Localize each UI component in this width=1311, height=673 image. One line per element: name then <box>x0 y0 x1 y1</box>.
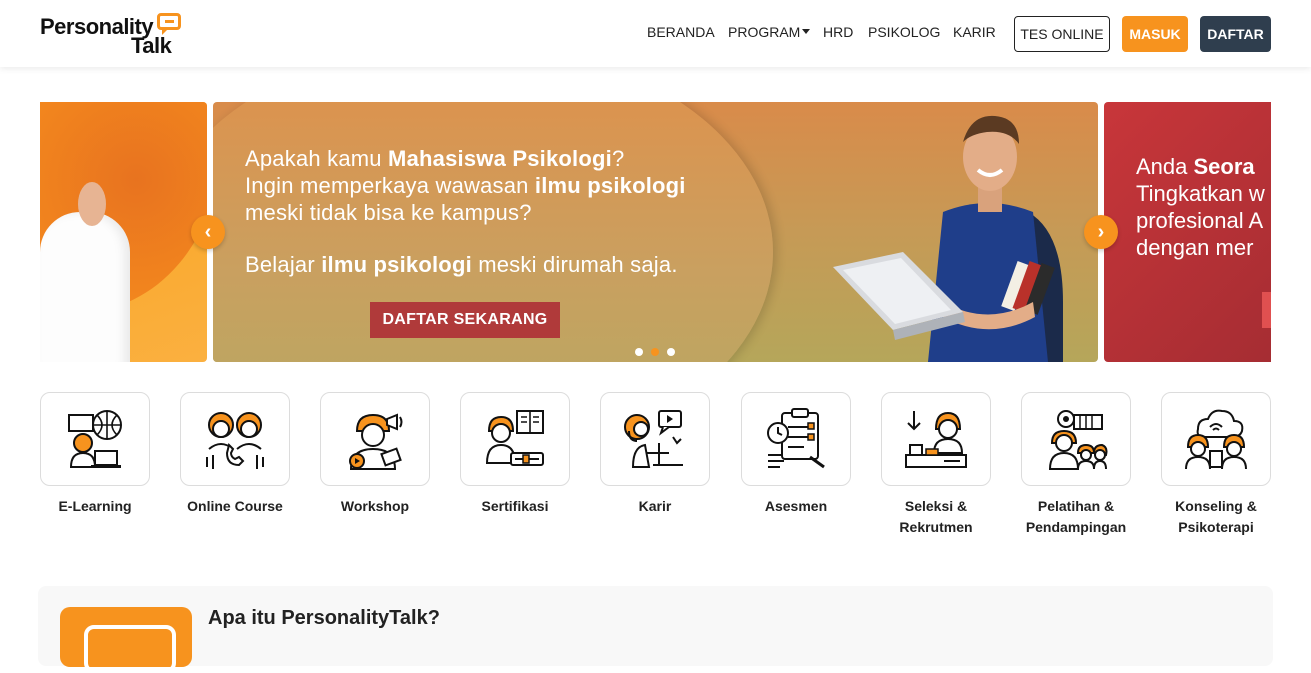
carousel-indicators <box>635 348 675 356</box>
recruitment-icon <box>905 411 967 468</box>
carousel-slide-active[interactable]: Apakah kamu Mahasiswa Psikologi? Ingin m… <box>213 102 1098 362</box>
category-icon-box <box>180 392 290 486</box>
category-icon-box <box>600 392 710 486</box>
about-section: Apa itu PersonalityTalk? <box>38 586 1273 673</box>
online-course-icon <box>206 412 264 469</box>
category-icon-box <box>881 392 991 486</box>
category-icon-box <box>40 392 150 486</box>
counseling-icon <box>1185 409 1247 470</box>
certification-icon <box>485 410 544 466</box>
slide-headline-1: Apakah kamu Mahasiswa Psikologi? <box>245 146 625 171</box>
about-illustration <box>60 607 192 673</box>
nav-hrd[interactable]: HRD <box>823 24 853 40</box>
training-icon <box>1048 410 1108 470</box>
workshop-icon <box>349 413 403 470</box>
category-label: Konseling & Psikoterapi <box>1175 498 1257 535</box>
carousel-slide-next[interactable]: Anda Seora Tingkatkan w profesional A de… <box>1104 102 1271 362</box>
category-label: Online Course <box>187 498 283 514</box>
category-icon-box <box>1161 392 1271 486</box>
category-sertifikasi[interactable]: Sertifikasi <box>460 392 570 517</box>
chat-bubble-icon <box>157 13 181 35</box>
category-workshop[interactable]: Workshop <box>320 392 430 517</box>
slide-headline-3: meski tidak bisa ke kampus? <box>245 200 532 225</box>
masuk-button[interactable]: MASUK <box>1122 16 1188 52</box>
daftar-sekarang-button[interactable]: DAFTAR SEKARANG <box>370 302 560 338</box>
category-label: Sertifikasi <box>481 498 549 514</box>
category-pelatihan-pendampingan[interactable]: Pelatihan & Pendampingan <box>1021 392 1131 538</box>
category-icon-box <box>741 392 851 486</box>
category-label: Workshop <box>340 498 410 514</box>
slide-next-line-2: Tingkatkan w <box>1136 181 1265 206</box>
category-icon-box <box>320 392 430 486</box>
carousel-slide-previous[interactable] <box>40 102 207 362</box>
category-e-learning[interactable]: E-Learning <box>40 392 150 517</box>
carousel-prev-button[interactable]: ‹ <box>191 215 225 249</box>
caret-down-icon <box>802 29 811 35</box>
nav-psikolog[interactable]: PSIKOLOG <box>868 24 940 40</box>
carousel-next-button[interactable]: › <box>1084 215 1118 249</box>
nav-karir[interactable]: KARIR <box>953 24 996 40</box>
category-label: Pelatihan & Pendampingan <box>1025 498 1127 535</box>
category-label: Karir <box>638 498 672 514</box>
e-learning-icon <box>68 410 122 468</box>
slide-next-button[interactable] <box>1262 292 1271 328</box>
carousel-dot[interactable] <box>667 348 675 356</box>
daftar-button[interactable]: DAFTAR <box>1200 16 1271 52</box>
tes-online-button[interactable]: TES ONLINE <box>1014 16 1110 52</box>
slide-next-line-4: dengan mer <box>1136 235 1254 260</box>
about-title: Apa itu PersonalityTalk? <box>208 607 440 629</box>
career-icon <box>624 410 683 468</box>
category-seleksi-rekrutmen[interactable]: Seleksi & Rekrutmen <box>881 392 991 538</box>
category-icon-box <box>1021 392 1131 486</box>
student-with-laptop-image <box>833 115 1063 362</box>
slide-next-line-3: profesional A <box>1136 208 1264 233</box>
nav-program-label: PROGRAM <box>728 24 801 40</box>
brand-logo[interactable]: Personality Talk <box>40 12 185 58</box>
nav-program[interactable]: PROGRAM <box>728 24 811 40</box>
slide-person-image <box>40 182 130 362</box>
nav-beranda[interactable]: BERANDA <box>647 24 715 40</box>
hero-carousel: Apakah kamu Mahasiswa Psikologi? Ingin m… <box>40 102 1271 362</box>
navbar: Personality Talk BERANDA PROGRAM HRD PSI… <box>0 0 1311 67</box>
brand-name-line2: Talk <box>131 33 172 58</box>
slide-subline: Belajar ilmu psikologi meski dirumah saj… <box>245 252 678 277</box>
carousel-dot-active[interactable] <box>651 348 659 356</box>
category-karir[interactable]: Karir <box>600 392 710 517</box>
category-online-course[interactable]: Online Course <box>180 392 290 517</box>
slide-headline-2: Ingin memperkaya wawasan ilmu psikologi <box>245 173 686 198</box>
category-label: Asesmen <box>764 498 828 514</box>
category-label: E-Learning <box>58 498 132 514</box>
slide-next-line-1: Anda Seora <box>1136 154 1255 179</box>
carousel-dot[interactable] <box>635 348 643 356</box>
chevron-right-icon: › <box>1097 220 1105 243</box>
category-asesmen[interactable]: Asesmen <box>741 392 851 517</box>
category-konseling-psikoterapi[interactable]: Konseling & Psikoterapi <box>1161 392 1271 538</box>
category-icon-box <box>460 392 570 486</box>
assessment-icon <box>767 408 825 469</box>
chevron-left-icon: ‹ <box>204 220 212 243</box>
category-label: Seleksi & Rekrutmen <box>899 498 973 535</box>
